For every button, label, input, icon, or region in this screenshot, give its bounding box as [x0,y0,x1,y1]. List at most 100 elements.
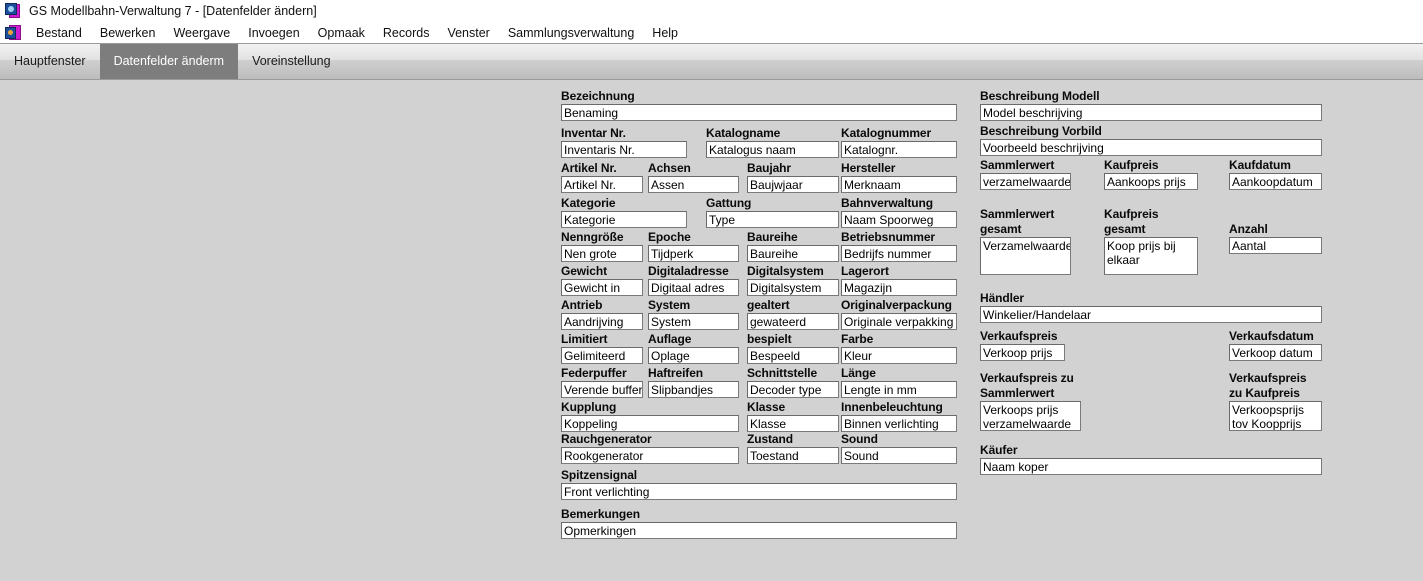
field-inventar-nr: Inventar Nr. Inventaris Nr. [561,126,687,158]
field-label-vk-kaufpreis-line2: zu Kaufpreis [1229,386,1300,400]
menu-item-opmaak[interactable]: Opmaak [309,24,374,42]
field-input-auflage[interactable]: Oplage [648,347,739,364]
field-input-gewicht[interactable]: Gewicht in [561,279,643,296]
field-label-baureihe: Baureihe [747,230,798,244]
field-input-baujahr[interactable]: Baujwjaar [747,176,839,193]
field-input-kaeufer[interactable]: Naam koper [980,458,1322,475]
field-input-sound[interactable]: Sound [841,447,957,464]
field-label-inventar-nr: Inventar Nr. [561,126,626,140]
field-input-zustand[interactable]: Toestand [747,447,839,464]
field-input-federpuffer[interactable]: Verende buffer [561,381,643,398]
field-input-nenngroesse[interactable]: Nen grote [561,245,643,262]
field-input-innenbeleuchtung[interactable]: Binnen verlichting [841,415,957,432]
menu-item-venster[interactable]: Venster [438,24,498,42]
field-label-kaufdatum: Kaufdatum [1229,158,1291,172]
field-input-katalogname[interactable]: Katalogus naam [706,141,839,158]
field-label-antrieb: Antrieb [561,298,603,312]
field-input-kategorie[interactable]: Kategorie [561,211,687,228]
menu-item-bestand[interactable]: Bestand [27,24,91,42]
field-label-innenbeleuchtung: Innenbeleuchtung [841,400,943,414]
field-input-originalverpackung[interactable]: Originale verpakking [841,313,957,330]
field-input-digitalsystem[interactable]: Digitalsystem [747,279,839,296]
field-input-farbe[interactable]: Kleur [841,347,957,364]
field-federpuffer: Federpuffer Verende buffer [561,366,643,398]
field-kaufdatum: Kaufdatum Aankoopdatum [1229,158,1322,190]
field-nenngroesse: Nenngröße Nen grote [561,230,643,262]
field-input-kupplung[interactable]: Koppeling [561,415,739,432]
field-input-bahnverwaltung[interactable]: Naam Spoorweg [841,211,957,228]
field-input-haftreifen[interactable]: Slipbandjes [648,381,739,398]
field-input-antrieb[interactable]: Aandrijving [561,313,643,330]
field-label-betriebsnummer: Betriebsnummer [841,230,935,244]
field-label-kupplung: Kupplung [561,400,617,414]
tab-voreinstellung[interactable]: Voreinstellung [238,44,345,79]
field-system: System System [648,298,739,330]
field-input-spitzensignal[interactable]: Front verlichting [561,483,957,500]
field-label-baujahr: Baujahr [747,161,791,175]
field-input-verkaufspreis-zu-sammlerwert[interactable]: Verkoops prijs verzamelwaarde [980,401,1081,431]
field-input-betriebsnummer[interactable]: Bedrijfs nummer [841,245,957,262]
menu-item-weergave[interactable]: Weergave [164,24,239,42]
field-input-schnittstelle[interactable]: Decoder type [747,381,839,398]
field-input-haendler[interactable]: Winkelier/Handelaar [980,306,1322,323]
field-input-bemerkungen[interactable]: Opmerkingen [561,522,957,539]
field-spitzensignal: Spitzensignal Front verlichting [561,468,957,500]
field-input-bespielt[interactable]: Bespeeld [747,347,839,364]
menu-item-sammlungsverwaltung[interactable]: Sammlungsverwaltung [499,24,643,42]
field-input-limitiert[interactable]: Gelimiteerd [561,347,643,364]
field-input-kaufpreis-gesamt[interactable]: Koop prijs bij elkaar [1104,237,1198,275]
field-input-gattung[interactable]: Type [706,211,839,228]
field-gattung: Gattung Type [706,196,839,228]
field-input-beschreibung-modell[interactable]: Model beschrijving [980,104,1322,121]
field-rauchgenerator: Rauchgenerator Rookgenerator [561,432,739,464]
field-input-gealtert[interactable]: gewateerd [747,313,839,330]
menu-bar: Bestand Bewerken Weergave Invoegen Opmaa… [0,22,1423,44]
field-input-sammlerwert[interactable]: verzamelwaarde [980,173,1071,190]
field-label-digitalsystem: Digitalsystem [747,264,824,278]
field-verkaufsdatum: Verkaufsdatum Verkoop datum [1229,329,1322,361]
field-input-hersteller[interactable]: Merknaam [841,176,957,193]
app-menu-icon[interactable] [5,24,21,41]
field-label-achsen: Achsen [648,161,691,175]
menu-item-records[interactable]: Records [374,24,439,42]
field-input-katalognummer[interactable]: Katalognr. [841,141,957,158]
field-input-kaufdatum[interactable]: Aankoopdatum [1229,173,1322,190]
field-input-verkaufspreis-zu-kaufpreis[interactable]: Verkoopsprijs tov Koopprijs [1229,401,1322,431]
field-input-sammlerwert-gesamt[interactable]: Verzamelwaarde [980,237,1071,275]
menu-item-bewerken[interactable]: Bewerken [91,24,165,42]
field-label-artikel-nr: Artikel Nr. [561,161,617,175]
field-digitalsystem: Digitalsystem Digitalsystem [747,264,839,296]
field-label-sammlerwert: Sammlerwert [980,158,1055,172]
field-input-achsen[interactable]: Assen [648,176,739,193]
field-input-klasse[interactable]: Klasse [747,415,839,432]
field-kaufpreis-gesamt: Kaufpreis gesamt Koop prijs bij elkaar [1104,207,1198,275]
field-input-lagerort[interactable]: Magazijn [841,279,957,296]
field-farbe: Farbe Kleur [841,332,957,364]
field-input-digitaladresse[interactable]: Digitaal adres [648,279,739,296]
field-label-bahnverwaltung: Bahnverwaltung [841,196,933,210]
tab-datenfelder-aendern[interactable]: Datenfelder änderm [99,44,239,79]
field-input-baureihe[interactable]: Baureihe [747,245,839,262]
field-input-verkaufsdatum[interactable]: Verkoop datum [1229,344,1322,361]
field-label-originalverpackung: Originalverpackung [841,298,952,312]
field-gealtert: gealtert gewateerd [747,298,839,330]
field-input-epoche[interactable]: Tijdperk [648,245,739,262]
field-input-beschreibung-vorbild[interactable]: Voorbeeld beschrijving [980,139,1322,156]
field-hersteller: Hersteller Merknaam [841,161,957,193]
field-label-klasse: Klasse [747,400,786,414]
field-input-kaufpreis[interactable]: Aankoops prijs [1104,173,1198,190]
field-label-verkaufsdatum: Verkaufsdatum [1229,329,1314,343]
field-label-epoche: Epoche [648,230,691,244]
menu-item-invoegen[interactable]: Invoegen [239,24,308,42]
field-input-inventar-nr[interactable]: Inventaris Nr. [561,141,687,158]
field-input-verkaufspreis[interactable]: Verkoop prijs [980,344,1065,361]
field-achsen: Achsen Assen [648,161,739,193]
field-input-bezeichnung[interactable]: Benaming [561,104,957,121]
menu-item-help[interactable]: Help [643,24,687,42]
tab-hauptfenster[interactable]: Hauptfenster [0,44,100,79]
field-input-anzahl[interactable]: Aantal [1229,237,1322,254]
field-input-artikel-nr[interactable]: Artikel Nr. [561,176,643,193]
field-input-system[interactable]: System [648,313,739,330]
field-input-laenge[interactable]: Lengte in mm [841,381,957,398]
field-input-rauchgenerator[interactable]: Rookgenerator [561,447,739,464]
